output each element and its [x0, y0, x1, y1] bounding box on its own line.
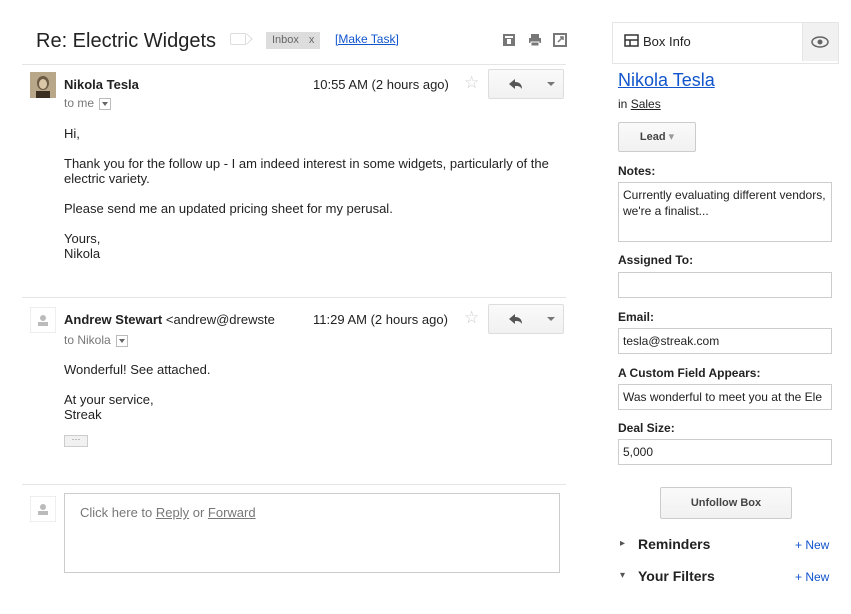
- sender-fade: [293, 308, 313, 328]
- thread-subject: Re: Electric Widgets: [36, 30, 217, 52]
- more-options-button[interactable]: [539, 69, 564, 99]
- view-toggle-button[interactable]: [802, 23, 838, 61]
- deal-size-field[interactable]: 5,000: [618, 439, 832, 465]
- message-sender[interactable]: Nikola Tesla: [64, 77, 139, 92]
- message-body: Hi, Thank you for the follow up - I am i…: [64, 126, 549, 261]
- dropdown-icon: [547, 317, 555, 321]
- more-options-button[interactable]: [539, 304, 564, 334]
- eye-icon: [811, 36, 829, 48]
- dropdown-icon: [547, 82, 555, 86]
- reply-button[interactable]: [488, 69, 540, 99]
- sender-email: <andrew@drewste: [165, 312, 275, 327]
- notes-field[interactable]: Currently evaluating different vendors, …: [618, 182, 832, 242]
- pipeline-info: in Sales: [618, 97, 661, 111]
- message-divider: [22, 297, 566, 298]
- inbox-label-tag[interactable]: Inbox x: [266, 32, 321, 49]
- contact-name-link[interactable]: Nikola Tesla: [618, 70, 715, 91]
- deal-size-label: Deal Size:: [618, 421, 675, 435]
- show-trimmed-content-button[interactable]: ···: [64, 435, 88, 447]
- email-label: Email:: [618, 310, 655, 324]
- archive-icon[interactable]: [502, 33, 516, 47]
- print-icon[interactable]: [528, 33, 542, 47]
- message-time: 11:29 AM (2 hours ago): [313, 312, 448, 327]
- box-icon: [624, 34, 639, 50]
- inbox-label-text: Inbox: [272, 34, 299, 46]
- message-sender-line[interactable]: Andrew Stewart <andrew@drewste: [64, 312, 275, 327]
- reply-button[interactable]: [488, 304, 540, 334]
- label-icon[interactable]: [230, 33, 246, 45]
- assigned-to-label: Assigned To:: [618, 253, 694, 267]
- message-sender: Andrew Stewart: [64, 312, 163, 327]
- expand-arrow-icon[interactable]: ▸: [620, 538, 625, 549]
- make-task-link[interactable]: [Make Task]: [335, 32, 399, 46]
- message-body: Wonderful! See attached. At your service…: [64, 362, 211, 422]
- new-window-icon[interactable]: [553, 33, 567, 47]
- star-icon[interactable]: ☆: [464, 308, 479, 328]
- message-time: 10:55 AM (2 hours ago): [313, 77, 449, 92]
- message-recipients[interactable]: to Nikola: [64, 333, 129, 347]
- chevron-down-icon[interactable]: [116, 334, 129, 347]
- custom-field[interactable]: Was wonderful to meet you at the Ele: [618, 384, 832, 410]
- notes-label: Notes:: [618, 164, 656, 178]
- reply-icon: [509, 79, 522, 89]
- forward-link[interactable]: Forward: [208, 505, 256, 520]
- star-icon[interactable]: ☆: [464, 73, 479, 93]
- assigned-to-field[interactable]: [618, 272, 832, 298]
- message-recipients[interactable]: to me: [64, 96, 112, 110]
- stage-dropdown[interactable]: Lead ▾: [618, 122, 696, 152]
- reply-link[interactable]: Reply: [156, 505, 189, 520]
- reply-prompt[interactable]: Click here to Reply or Forward: [80, 505, 256, 520]
- chevron-down-icon: ▾: [668, 131, 675, 143]
- filters-heading[interactable]: Your Filters: [638, 568, 715, 584]
- pipeline-link[interactable]: Sales: [631, 97, 661, 111]
- unfollow-box-button[interactable]: Unfollow Box: [660, 487, 792, 519]
- new-filter-link[interactable]: + New: [795, 570, 829, 584]
- avatar: [29, 495, 57, 523]
- box-info-title: Box Info: [643, 34, 691, 49]
- avatar[interactable]: [30, 72, 56, 98]
- custom-field-label: A Custom Field Appears:: [618, 366, 761, 380]
- collapse-arrow-icon[interactable]: ▾: [620, 570, 625, 581]
- header-divider: [22, 64, 566, 65]
- reply-icon: [509, 314, 522, 324]
- reminders-heading[interactable]: Reminders: [638, 536, 710, 552]
- reply-divider: [22, 484, 566, 485]
- avatar[interactable]: [29, 306, 57, 334]
- email-field[interactable]: tesla@streak.com: [618, 328, 832, 354]
- remove-label-button[interactable]: x: [309, 34, 315, 46]
- new-reminder-link[interactable]: + New: [795, 538, 829, 552]
- chevron-down-icon[interactable]: [99, 97, 112, 110]
